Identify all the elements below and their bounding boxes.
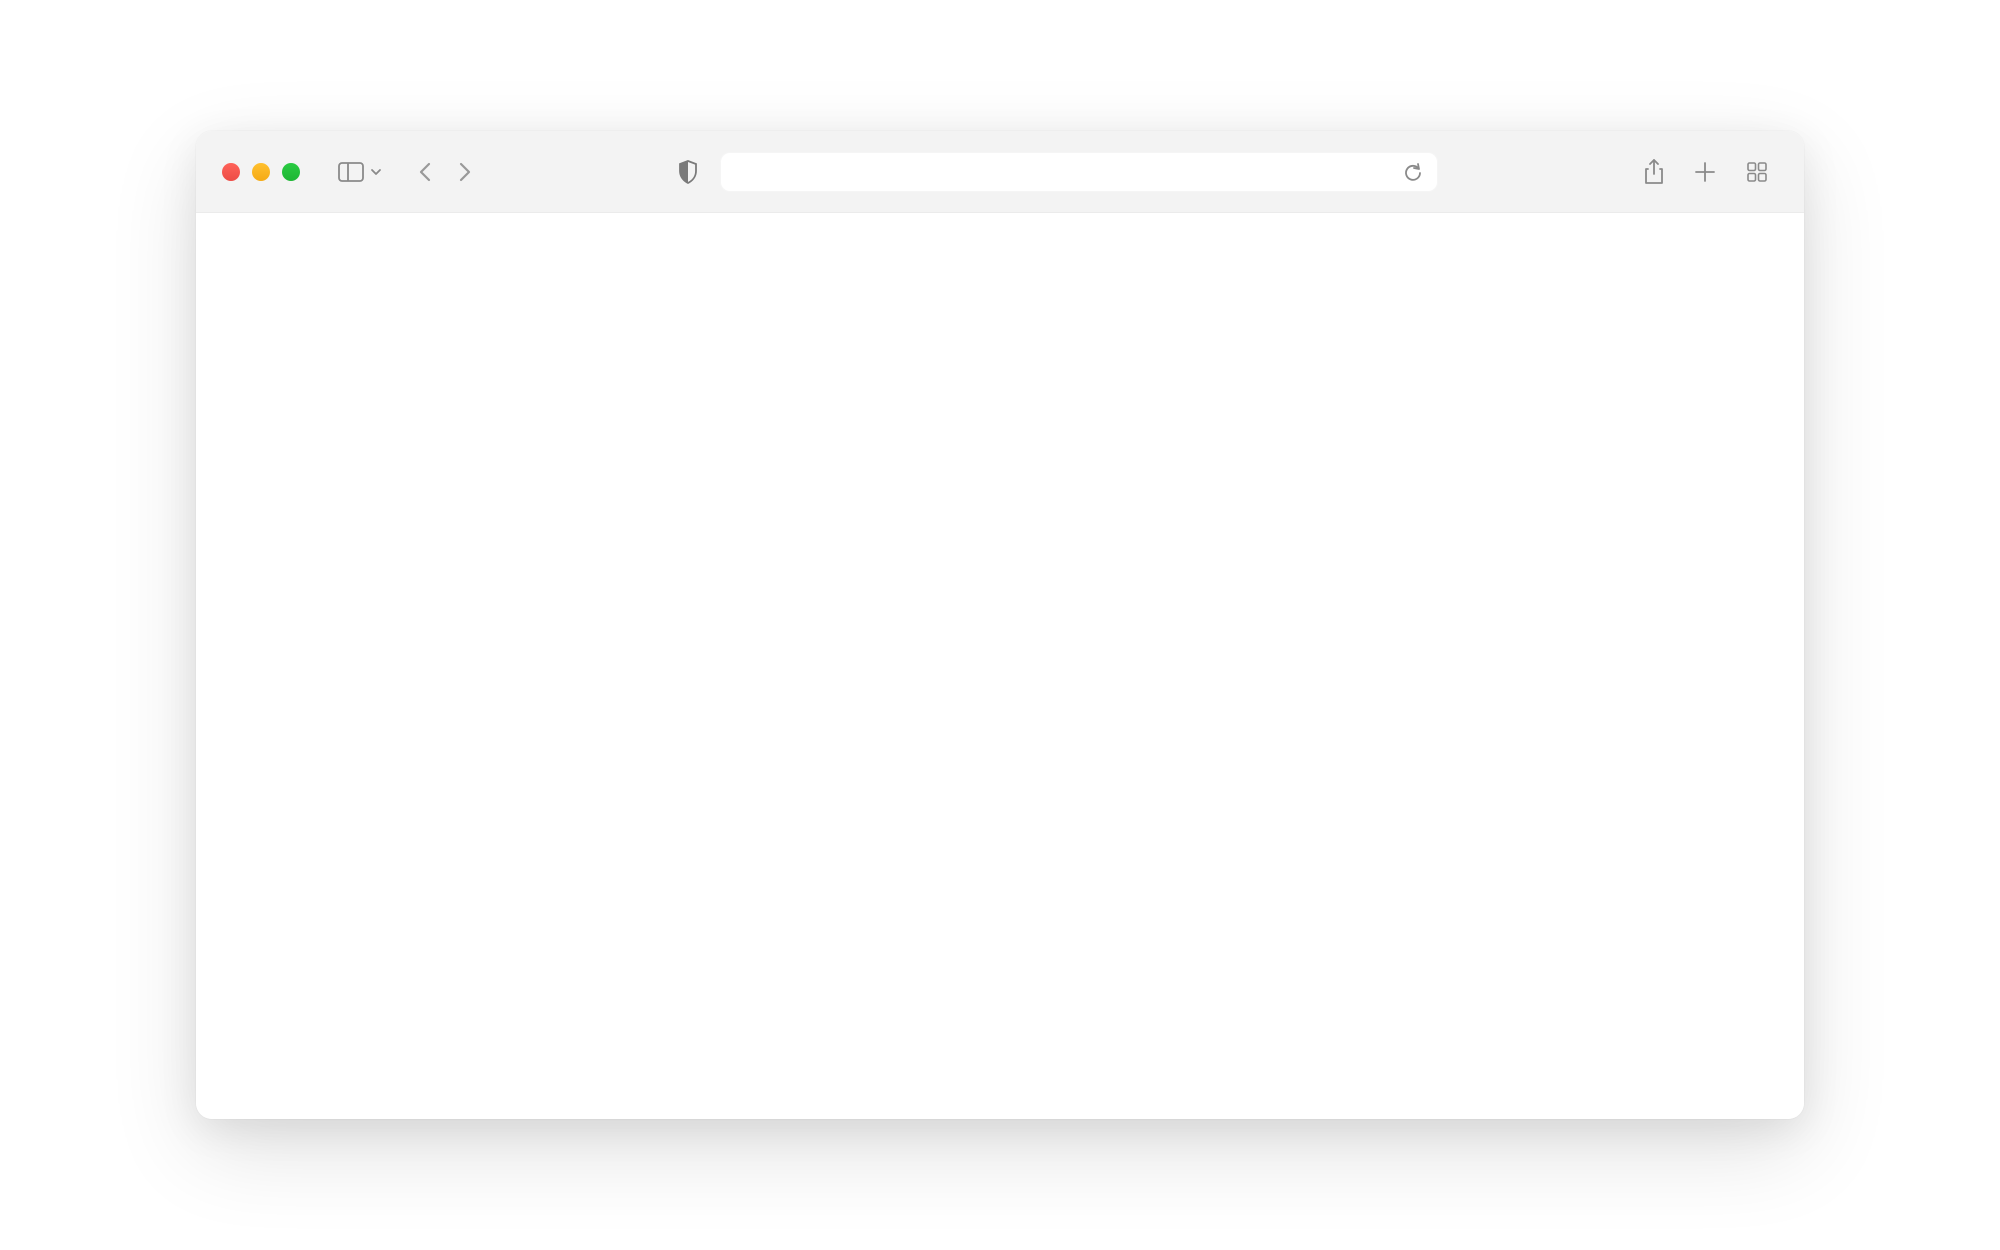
minimize-button[interactable] [252,163,270,181]
toolbar [196,131,1804,213]
traffic-lights [222,163,300,181]
privacy-shield-icon [678,160,698,184]
reload-icon [1404,162,1422,182]
share-icon [1644,159,1664,185]
forward-button[interactable] [458,161,472,183]
navigation-buttons [418,161,472,183]
privacy-report-button[interactable] [678,160,698,184]
close-button[interactable] [222,163,240,181]
share-button[interactable] [1644,159,1664,185]
grid-icon [1746,161,1768,183]
reload-button[interactable] [1404,162,1422,182]
right-section [1644,159,1768,185]
center-section [512,152,1604,192]
chevron-down-icon [370,168,382,176]
content-area [196,213,1804,1119]
new-tab-button[interactable] [1694,161,1716,183]
plus-icon [1694,161,1716,183]
maximize-button[interactable] [282,163,300,181]
sidebar-toggle-button[interactable] [338,162,382,182]
sidebar-toggle-icon [338,162,364,182]
back-button[interactable] [418,161,432,183]
address-input[interactable] [736,161,1404,182]
address-bar[interactable] [720,152,1438,192]
back-icon [418,161,432,183]
forward-icon [458,161,472,183]
browser-window [196,131,1804,1119]
tabs-overview-button[interactable] [1746,161,1768,183]
